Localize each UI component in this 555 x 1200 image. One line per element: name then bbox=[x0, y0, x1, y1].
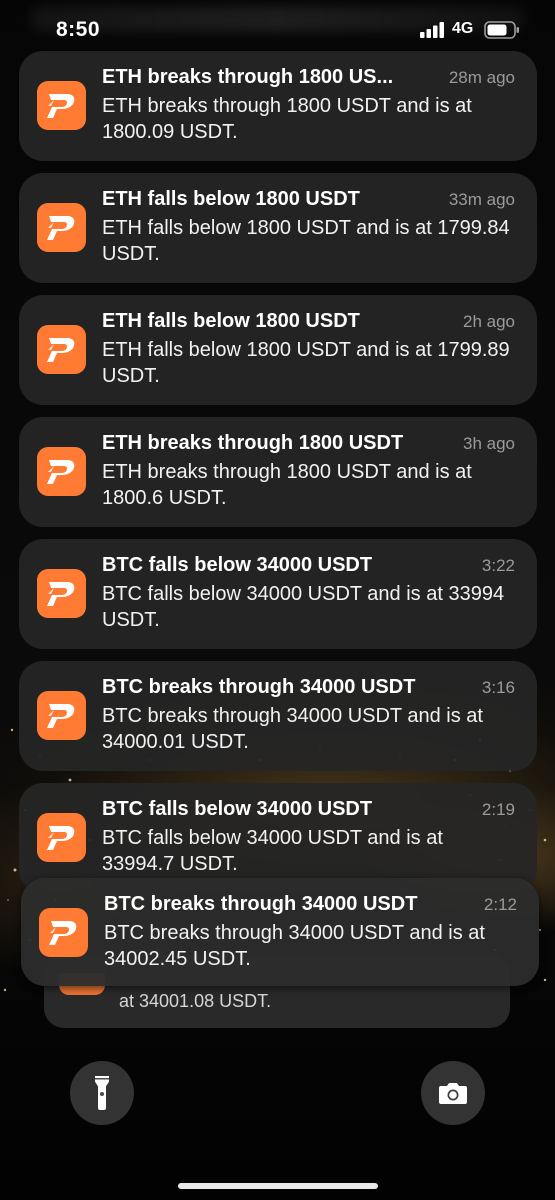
notification-title: BTC breaks through 34000 USDT bbox=[102, 676, 416, 698]
app-logo-icon bbox=[37, 569, 86, 618]
notification-body: ETH falls below 1800 USDT and is at 1799… bbox=[102, 339, 510, 387]
battery-icon bbox=[484, 21, 519, 39]
stacked-notification-body: at 34001.08 USDT. bbox=[119, 991, 272, 1011]
notification-time: 2:19 bbox=[481, 800, 515, 819]
notification-time: 33m ago bbox=[448, 190, 515, 209]
notification-card[interactable]: ETH falls below 1800 USDT 2h ago ETH fal… bbox=[19, 295, 537, 405]
notification-card[interactable]: ETH breaks through 1800 US... 28m ago ET… bbox=[19, 51, 537, 161]
app-logo-icon bbox=[37, 81, 86, 130]
flashlight-button[interactable] bbox=[70, 1061, 134, 1125]
notification-card[interactable]: ETH breaks through 1800 USDT 3h ago ETH … bbox=[19, 417, 537, 527]
notification-body: BTC breaks through 34000 USDT and is at … bbox=[102, 705, 483, 753]
notification-body: BTC falls below 34000 USDT and is at 339… bbox=[102, 827, 443, 875]
notification-card[interactable]: BTC breaks through 34000 USDT 2:12 BTC b… bbox=[21, 878, 539, 986]
blurred-header bbox=[30, 6, 525, 32]
notification-body: ETH breaks through 1800 USDT and is at 1… bbox=[102, 95, 472, 143]
notification-body: ETH falls below 1800 USDT and is at 1799… bbox=[102, 217, 510, 265]
app-logo-icon bbox=[39, 908, 88, 957]
notification-title: BTC breaks through 34000 USDT bbox=[104, 893, 418, 915]
app-logo-icon bbox=[37, 203, 86, 252]
notification-body: BTC breaks through 34000 USDT and is at … bbox=[104, 922, 485, 970]
notification-time: 2:12 bbox=[483, 895, 517, 914]
notification-title: ETH falls below 1800 USDT bbox=[102, 310, 360, 332]
notification-card[interactable]: BTC breaks through 34000 USDT 3:16 BTC b… bbox=[19, 661, 537, 771]
notification-time: 28m ago bbox=[448, 68, 515, 87]
notification-card[interactable]: BTC falls below 34000 USDT 3:22 BTC fall… bbox=[19, 539, 537, 649]
notification-body: ETH breaks through 1800 USDT and is at 1… bbox=[102, 461, 472, 509]
app-logo-icon bbox=[37, 447, 86, 496]
app-logo-icon bbox=[37, 691, 86, 740]
notification-time: 2h ago bbox=[463, 312, 515, 331]
notification-title: BTC falls below 34000 USDT bbox=[102, 554, 373, 576]
notification-body: BTC falls below 34000 USDT and is at 339… bbox=[102, 583, 505, 631]
flashlight-icon bbox=[95, 1076, 109, 1110]
camera-button[interactable] bbox=[421, 1061, 485, 1125]
app-logo-icon bbox=[37, 813, 86, 862]
home-indicator[interactable] bbox=[178, 1183, 378, 1189]
camera-icon bbox=[439, 1083, 467, 1104]
notification-time: 3:16 bbox=[481, 678, 515, 697]
notification-card[interactable]: ETH falls below 1800 USDT 33m ago ETH fa… bbox=[19, 173, 537, 283]
clock-time: 8:50 bbox=[56, 18, 101, 41]
network-type: 4G bbox=[452, 20, 474, 37]
notification-title: BTC falls below 34000 USDT bbox=[102, 798, 373, 820]
notification-title: ETH breaks through 1800 US... bbox=[102, 66, 394, 88]
notification-time: 3:22 bbox=[481, 556, 515, 575]
notification-title: ETH falls below 1800 USDT bbox=[102, 188, 360, 210]
notification-time: 3h ago bbox=[463, 434, 515, 453]
notification-card[interactable]: BTC falls below 34000 USDT 2:19 BTC fall… bbox=[19, 783, 537, 893]
cellular-signal-icon bbox=[420, 22, 444, 38]
notification-title: ETH breaks through 1800 USDT bbox=[102, 432, 404, 454]
app-logo-icon bbox=[37, 325, 86, 374]
